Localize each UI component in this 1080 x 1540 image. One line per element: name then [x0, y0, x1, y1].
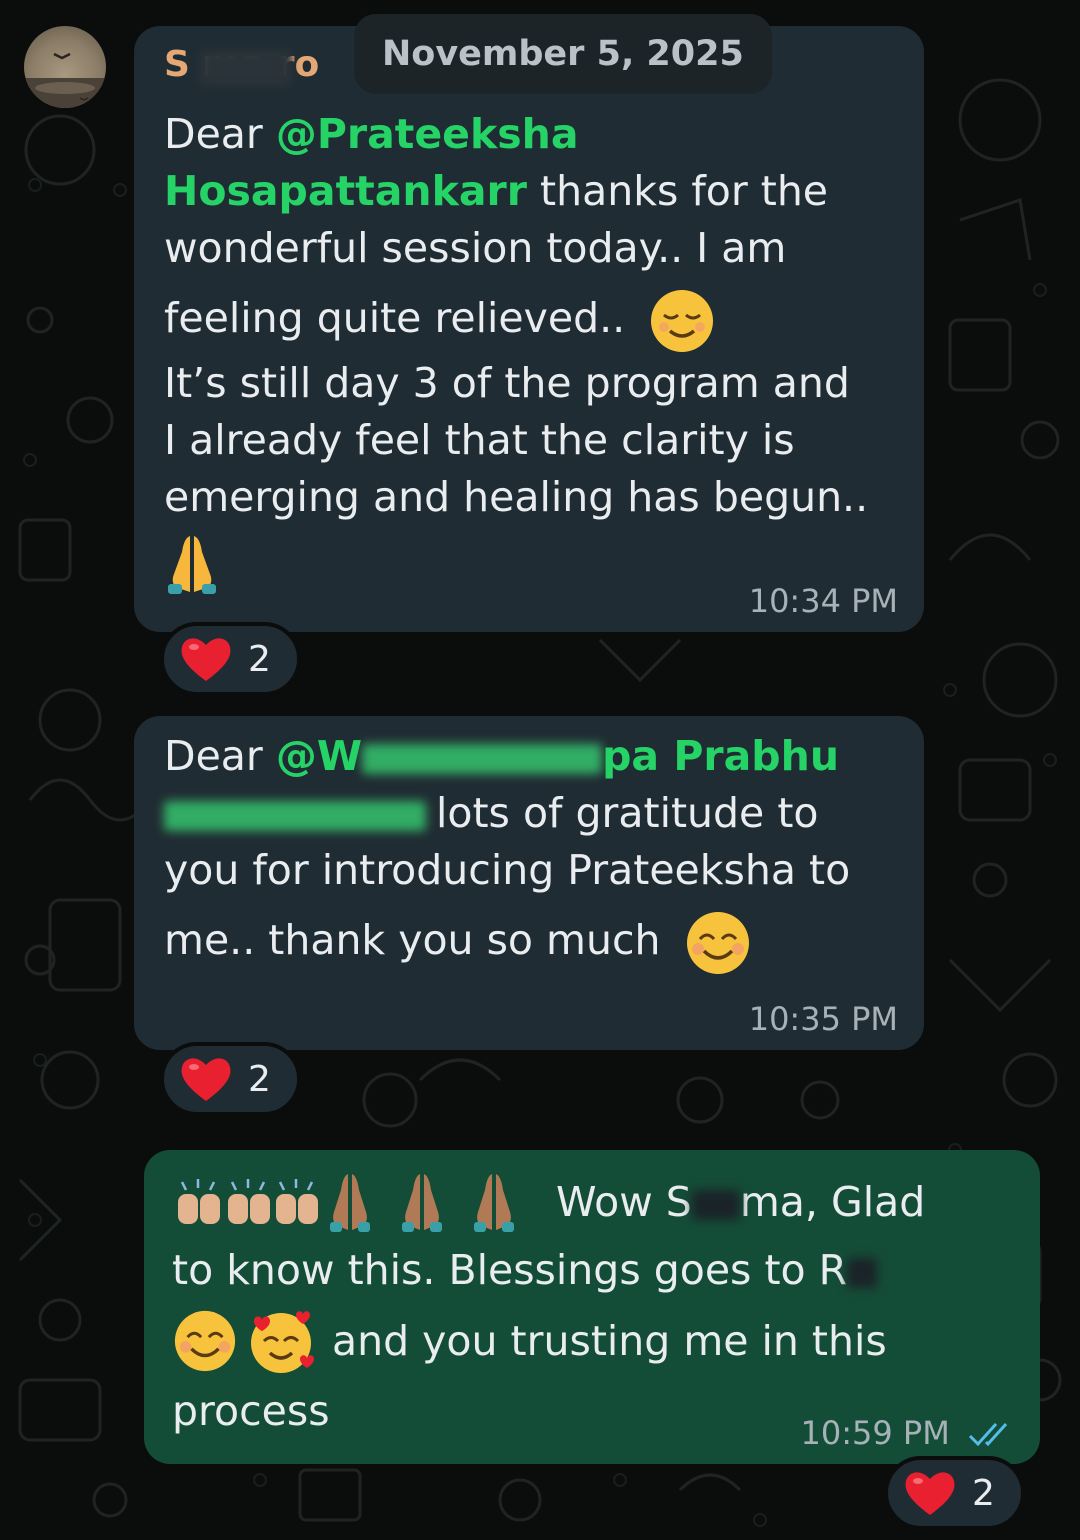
folded-hands-icon: [168, 536, 216, 594]
message-line-3: and you trusting me in this: [332, 1316, 887, 1365]
reaction-count: 2: [248, 1058, 271, 1100]
message-line-3: feeling quite relieved..: [164, 294, 626, 342]
reaction-count: 2: [248, 638, 271, 680]
mention-link[interactable]: @Prateeksha: [276, 110, 579, 158]
message-line-2: wonderful session today.. I am: [164, 224, 787, 272]
message-text: Dear @W pa Prabhu lots of gratitude to yo…: [164, 728, 900, 977]
heart-icon: [181, 638, 231, 681]
avatar-image: [24, 52, 106, 108]
raising-hands-icon: [178, 1179, 318, 1224]
greeting-text: Dear: [164, 732, 263, 780]
outgoing-message[interactable]: Wow S ma, Glad to know this. Blessings go…: [144, 1150, 1040, 1464]
read-receipt-icon: [968, 1422, 1008, 1447]
message-line-2: you for introducing Prateeksha to: [164, 846, 851, 894]
reaction-pill[interactable]: 2: [160, 622, 301, 696]
message-line-1: lots of gratitude to: [436, 789, 819, 837]
message-line-5: I already feel that the clarity is: [164, 416, 795, 464]
message-text: Dear @Prateeksha Hosapattankarr thanks f…: [164, 106, 900, 596]
mention-link[interactable]: @W pa Prabhu: [276, 732, 839, 780]
message-timestamp: 10:59 PM: [800, 1414, 950, 1452]
chat-view[interactable]: S ma ro Dear @Prateeksha Hosapattankarr …: [0, 0, 1080, 1540]
mention-link-continued[interactable]: Hosapattankarr: [164, 167, 527, 215]
message-line-4: It’s still day 3 of the program and: [164, 359, 850, 407]
folded-hands-icon: [330, 1174, 514, 1232]
message-status: 10:59 PM: [801, 1414, 1016, 1452]
smiling-face-icon: [174, 1310, 236, 1372]
reaction-pill[interactable]: 2: [160, 1042, 301, 1116]
message-line-2: to know this. Blessings goes to R: [172, 1246, 848, 1294]
message-text: Wow S ma, Glad to know this. Blessings go…: [172, 1170, 1016, 1440]
reaction-pill[interactable]: 2: [884, 1456, 1025, 1530]
incoming-message[interactable]: S ma ro Dear @Prateeksha Hosapattankarr …: [134, 26, 924, 632]
greeting-text: Dear: [164, 110, 263, 158]
heart-icon: [181, 1058, 231, 1101]
date-header: November 5, 2025: [354, 14, 772, 94]
message-line-1a: Wow S: [556, 1177, 692, 1226]
redacted-name: [200, 50, 292, 86]
smiling-face-icon: [686, 912, 749, 974]
message-timestamp: 10:34 PM: [748, 582, 898, 620]
message-line-1b: ma, Glad: [739, 1177, 926, 1226]
sender-avatar[interactable]: [24, 26, 106, 108]
message-line-6: emerging and healing has begun..: [164, 473, 869, 521]
heart-icon: [905, 1472, 955, 1515]
smiling-face-with-hearts-icon: [251, 1311, 314, 1373]
message-line-3: me.. thank you so much: [164, 916, 661, 964]
redacted-mention: [164, 801, 426, 831]
reaction-count: 2: [972, 1472, 995, 1514]
relieved-face-icon: [651, 290, 714, 352]
message-line-1: thanks for the: [527, 167, 829, 215]
message-timestamp: 10:35 PM: [748, 1000, 898, 1038]
incoming-message[interactable]: Dear @W pa Prabhu lots of gratitude to yo…: [134, 716, 924, 1050]
